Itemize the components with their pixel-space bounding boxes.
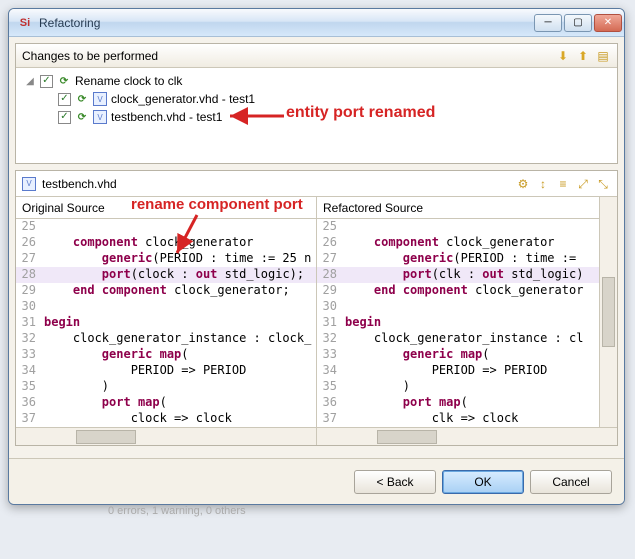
diff-icon[interactable]: ↕ xyxy=(535,176,551,192)
checkbox[interactable]: ✓ xyxy=(40,75,53,88)
diff-file-label: testbench.vhd xyxy=(42,177,509,191)
filter-icon[interactable]: ▤ xyxy=(595,48,611,64)
tree-item-label: clock_generator.vhd - test1 xyxy=(111,92,255,106)
collapse-icon[interactable]: ◢ xyxy=(24,76,36,87)
diff-icon[interactable]: ⤡ xyxy=(595,176,611,192)
refactor-icon: ⟳ xyxy=(57,74,71,88)
status-bar: 0 errors, 1 warning, 0 others xyxy=(8,505,627,517)
expand-down-icon[interactable]: ⬇ xyxy=(555,48,571,64)
minimize-button[interactable]: ─ xyxy=(534,14,562,32)
window-controls: ─ ▢ ✕ xyxy=(534,14,622,32)
diff-icon[interactable]: ⤢ xyxy=(575,176,591,192)
refactored-code[interactable]: 2526 component clock_generator27 generic… xyxy=(317,219,617,427)
file-icon: V xyxy=(93,110,107,124)
tree-item[interactable]: ◢ ✓ ⟳ V testbench.vhd - test1 xyxy=(24,108,609,126)
window-title: Refactoring xyxy=(39,16,100,30)
tree-root-label: Rename clock to clk xyxy=(75,74,182,88)
diff-icon[interactable]: ≡ xyxy=(555,176,571,192)
file-icon: V xyxy=(22,177,36,191)
app-icon: Si xyxy=(17,15,33,31)
cancel-button[interactable]: Cancel xyxy=(530,470,612,494)
horizontal-scrollbar[interactable] xyxy=(317,427,617,445)
expand-up-icon[interactable]: ⬆ xyxy=(575,48,591,64)
refactor-icon: ⟳ xyxy=(75,110,89,124)
original-source-pane: Original Source 2526 component clock_gen… xyxy=(16,197,317,445)
changes-panel: Changes to be performed ⬇ ⬆ ▤ ◢ ✓ ⟳ Rena… xyxy=(15,43,618,164)
refactored-source-pane: Refactored Source 2526 component clock_g… xyxy=(317,197,617,445)
original-code[interactable]: 2526 component clock_generator27 generic… xyxy=(16,219,316,427)
refactor-icon: ⟳ xyxy=(75,92,89,106)
horizontal-scrollbar[interactable] xyxy=(16,427,316,445)
back-button[interactable]: < Back xyxy=(354,470,436,494)
diff-icon[interactable]: ⚙ xyxy=(515,176,531,192)
titlebar[interactable]: Si Refactoring ─ ▢ ✕ xyxy=(9,9,624,37)
original-source-title: Original Source xyxy=(16,197,316,219)
tree-item-label: testbench.vhd - test1 xyxy=(111,110,222,124)
checkbox[interactable]: ✓ xyxy=(58,111,71,124)
tree-root-row[interactable]: ◢ ✓ ⟳ Rename clock to clk xyxy=(24,72,609,90)
refactored-source-title: Refactored Source xyxy=(317,197,617,219)
checkbox[interactable]: ✓ xyxy=(58,93,71,106)
changes-header: Changes to be performed xyxy=(22,49,555,63)
ok-button[interactable]: OK xyxy=(442,470,524,494)
vertical-scrollbar[interactable] xyxy=(599,197,617,427)
close-button[interactable]: ✕ xyxy=(594,14,622,32)
diff-panel: V testbench.vhd ⚙ ↕ ≡ ⤢ ⤡ Original Sourc… xyxy=(15,170,618,446)
file-icon: V xyxy=(93,92,107,106)
button-bar: < Back OK Cancel xyxy=(9,458,624,504)
tree-item[interactable]: ◢ ✓ ⟳ V clock_generator.vhd - test1 xyxy=(24,90,609,108)
maximize-button[interactable]: ▢ xyxy=(564,14,592,32)
changes-tree[interactable]: ◢ ✓ ⟳ Rename clock to clk ◢ ✓ ⟳ V clock_… xyxy=(16,68,617,163)
refactoring-dialog: Si Refactoring ─ ▢ ✕ Changes to be perfo… xyxy=(8,8,625,505)
